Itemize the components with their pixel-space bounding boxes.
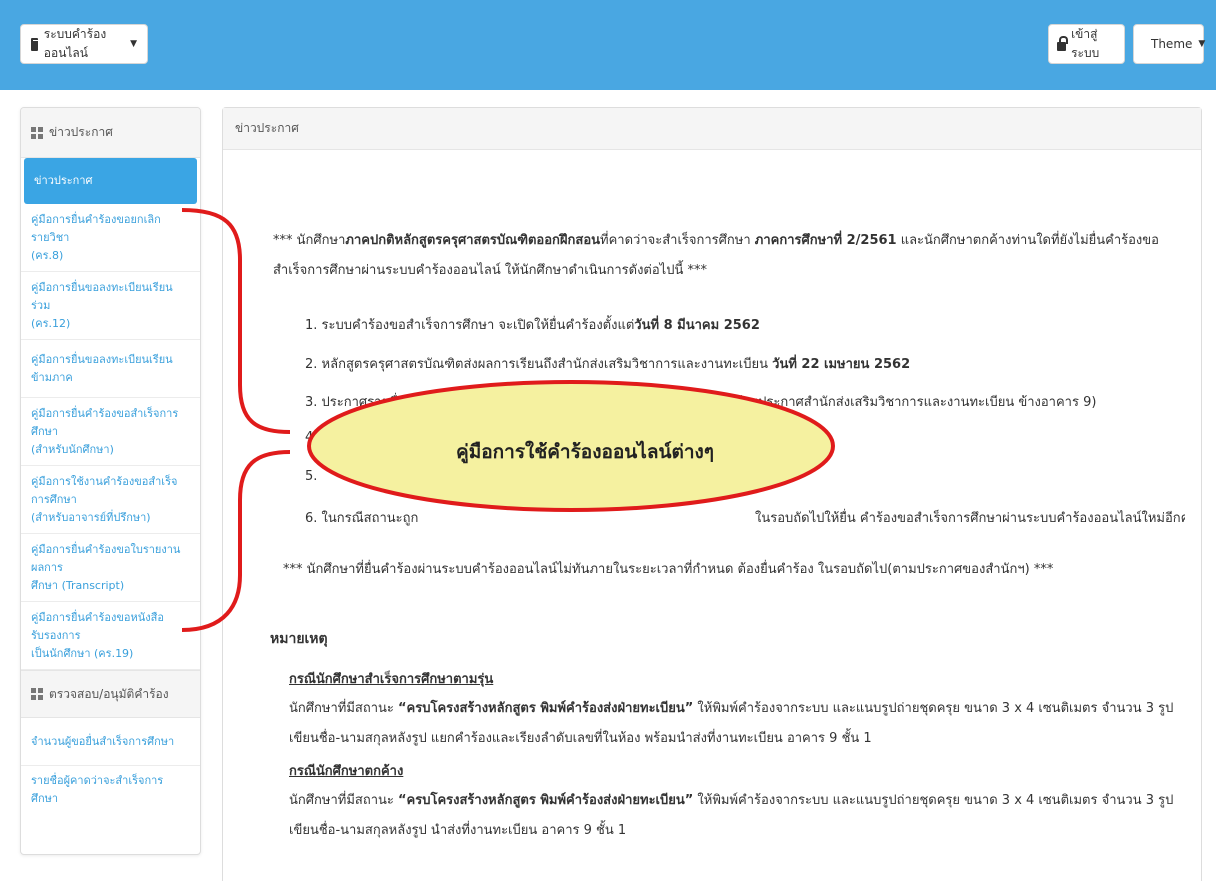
case-text: นักศึกษาที่มีสถานะ (289, 793, 398, 808)
step-1: 1. ระบบคำร้องขอสำเร็จการศึกษา จะเปิดให้ย… (305, 314, 1185, 335)
sidebar-section-approval: ตรวจสอบ/อนุมัติคำร้อง (21, 670, 200, 718)
sidebar-item-sublabel: (สำหรับอาจารย์ที่ปรึกษา) (31, 510, 151, 524)
sidebar-item-news[interactable]: ข่าวประกาศ (24, 158, 197, 204)
case-text: นักศึกษาที่มีสถานะ (289, 701, 398, 716)
sidebar-item-label: คู่มือการยื่นขอลงทะเบียนเรียนร่วม (31, 280, 173, 312)
caret-down-icon: ▼ (1198, 39, 1206, 49)
sidebar-item-manual-transcript[interactable]: คู่มือการยื่นคำร้องขอใบรายงานผลการ ศึกษา… (21, 534, 200, 602)
step-text: 6. ในกรณีสถานะถูก (305, 511, 419, 526)
theme-dropdown-button[interactable]: Theme ▼ (1133, 24, 1206, 64)
sidebar-item-sublabel: (คร.12) (31, 316, 71, 330)
tint-icon (1140, 40, 1148, 48)
sidebar-item-sublabel: (คร.8) (31, 248, 64, 262)
grid-icon (31, 126, 43, 139)
sidebar-item-sublabel: ศึกษา (Transcript) (31, 578, 125, 592)
case-remaining-title: กรณีนักศึกษาตกค้าง (289, 764, 404, 779)
step-text: 2. หลักสูตรครุศาสตรบัณฑิตส่งผลการเรียนถึ… (305, 357, 773, 372)
sidebar-item-label: คู่มือการยื่นคำร้องขอใบรายงานผลการ (31, 542, 181, 574)
sidebar-item-label: คู่มือการยื่นขอลงทะเบียนเรียนข้ามภาค (31, 352, 173, 384)
sidebar-item-label: คู่มือการยื่นคำร้องขอยกเลิกรายวิชา (31, 212, 161, 244)
case-graduate-on-time-title: กรณีนักศึกษาสำเร็จการศึกษาตามรุ่น (289, 672, 494, 687)
theme-label: Theme (1151, 37, 1193, 51)
remark-heading: หมายเหตุ (270, 631, 328, 647)
sidebar-item-label: คู่มือการยื่นคำร้องขอหนังสือรับรองการ (31, 610, 164, 642)
step-date: วันที่ 8 มีนาคม 2562 (634, 318, 760, 333)
intro-bold-term: ภาคการศึกษาที่ 2/2561 (754, 233, 897, 248)
sidebar-item-label: จำนวนผู้ขอยื่นสำเร็จการศึกษา (31, 734, 175, 748)
sidebar-item-manual-student-certificate[interactable]: คู่มือการยื่นคำร้องขอหนังสือรับรองการ เป… (21, 602, 200, 670)
step-6: 6. ในกรณีสถานะถูก ในรอบถัดไปให้ยื่น คำร้… (305, 507, 1185, 528)
step-text: 1. ระบบคำร้องขอสำเร็จการศึกษา จะเปิดให้ย… (305, 318, 635, 333)
panel-header: ข่าวประกาศ (223, 108, 1201, 150)
late-submission-note: *** นักศึกษาที่ยื่นคำร้องผ่านระบบคำร้องอ… (283, 562, 1054, 577)
step-text: 4. (305, 430, 318, 445)
sidebar-item-sublabel: เป็นนักศึกษา (คร.19) (31, 646, 134, 660)
case-status: “ครบโครงสร้างหลักสูตร พิมพ์คำร้องส่งฝ่าย… (398, 701, 694, 716)
sidebar-item-manual-graduation-advisor[interactable]: คู่มือการใช้งานคำร้องขอสำเร็จการศึกษา (ส… (21, 466, 200, 534)
brand-dropdown-button[interactable]: ระบบคำร้องออนไลน์ ▼ (20, 24, 148, 64)
top-navbar: ระบบคำร้องออนไลน์ ▼ เข้าสู่ระบบ Theme ▼ (0, 0, 1216, 90)
grid-icon (31, 688, 43, 700)
announcement-intro: *** นักศึกษาภาคปกติหลักสูตรครุศาสตรบัณฑิ… (273, 226, 1183, 286)
sidebar-item-manual-cancel-course[interactable]: คู่มือการยื่นคำร้องขอยกเลิกรายวิชา (คร.8… (21, 204, 200, 272)
sidebar-section-title: ตรวจสอบ/อนุมัติคำร้อง (49, 686, 169, 701)
case-graduate-on-time-body: นักศึกษาที่มีสถานะ “ครบโครงสร้างหลักสูตร… (289, 694, 1189, 754)
panel-title: ข่าวประกาศ (235, 121, 299, 135)
sidebar-section-title: ข่าวประกาศ (49, 125, 113, 139)
step-date: วันที่ 22 เมษายน 2562 (772, 357, 911, 372)
sidebar-item-label: ข่าวประกาศ (34, 174, 93, 187)
intro-text: *** นักศึกษา (273, 233, 346, 248)
sidebar-item-expected-graduates[interactable]: รายชื่อผู้คาดว่าจะสำเร็จการศึกษา (21, 766, 200, 814)
sidebar-section-news: ข่าวประกาศ (21, 108, 200, 158)
sidebar-item-label: คู่มือการยื่นคำร้องขอสำเร็จการศึกษา (31, 406, 179, 438)
case-remaining-body: นักศึกษาที่มีสถานะ “ครบโครงสร้างหลักสูตร… (289, 786, 1189, 846)
callout-text: คู่มือการใช้คำร้องออนไลน์ต่างๆ (456, 441, 714, 463)
book-icon (31, 37, 38, 51)
intro-text: ที่คาดว่าจะสำเร็จการศึกษา (600, 233, 755, 248)
sidebar-item-manual-cross-term[interactable]: คู่มือการยื่นขอลงทะเบียนเรียนข้ามภาค (21, 340, 200, 398)
intro-bold-program: ภาคปกติหลักสูตรครุศาสตรบัณฑิตออกฝึกสอน (345, 233, 601, 248)
sidebar-item-manual-graduation-student[interactable]: คู่มือการยื่นคำร้องขอสำเร็จการศึกษา (สำห… (21, 398, 200, 466)
sidebar-item-graduation-count[interactable]: จำนวนผู้ขอยื่นสำเร็จการศึกษา (21, 718, 200, 766)
lock-icon (1057, 35, 1069, 51)
caret-down-icon: ▼ (130, 39, 137, 49)
sidebar-item-label: รายชื่อผู้คาดว่าจะสำเร็จการศึกษา (31, 774, 164, 805)
login-button[interactable]: เข้าสู่ระบบ (1048, 24, 1125, 64)
step-2: 2. หลักสูตรครุศาสตรบัณฑิตส่งผลการเรียนถึ… (305, 353, 1185, 374)
step-text: 3. ประกาศรายชื่อผู้ (305, 395, 414, 410)
step-text: 5. (305, 469, 318, 484)
case-status: “ครบโครงสร้างหลักสูตร พิมพ์คำร้องส่งฝ่าย… (398, 793, 694, 808)
step-text-continued: ในรอบถัดไปให้ยื่น คำร้องขอสำเร็จการศึกษา… (755, 511, 1185, 526)
news-panel: ข่าวประกาศ *** นักศึกษาภาคปกติหลักสูตรคร… (222, 107, 1202, 881)
step-3: 3. ประกาศรายชื่อผู้ ป้ายประกาศสำนักส่งเส… (305, 391, 1185, 412)
step-5: 5. (305, 469, 1185, 484)
sidebar-item-label: คู่มือการใช้งานคำร้องขอสำเร็จการศึกษา (31, 474, 178, 506)
sidebar-item-sublabel: (สำหรับนักศึกษา) (31, 442, 114, 456)
login-label: เข้าสู่ระบบ (1071, 27, 1100, 60)
brand-label: ระบบคำร้องออนไลน์ (43, 27, 107, 60)
step-text-continued: ป้ายประกาศสำนักส่งเสริมวิชาการและงานทะเบ… (735, 395, 1097, 410)
sidebar-item-manual-joint-registration[interactable]: คู่มือการยื่นขอลงทะเบียนเรียนร่วม (คร.12… (21, 272, 200, 340)
sidebar: ข่าวประกาศ ข่าวประกาศ คู่มือการยื่นคำร้อ… (20, 107, 201, 855)
